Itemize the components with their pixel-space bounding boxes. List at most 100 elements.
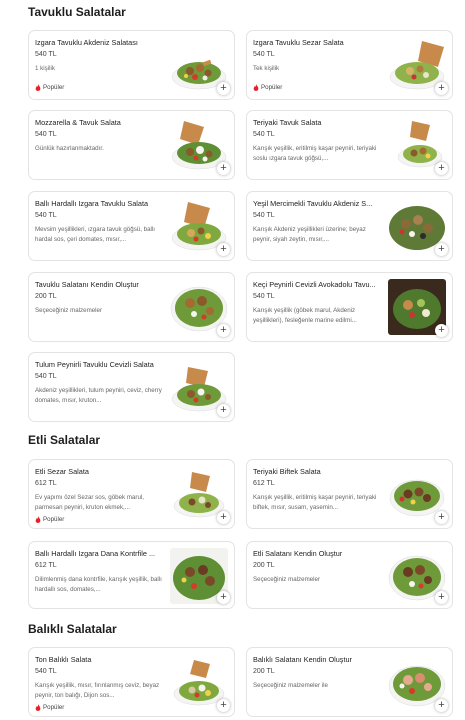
plus-icon: +: [438, 82, 445, 94]
item-description: Günlük hazırlanmaktadır.: [35, 145, 104, 152]
item-description: Tek kişilik: [253, 65, 280, 72]
plus-icon: +: [438, 591, 445, 603]
item-name: Tavuklu Salatanı Kendin Oluştur: [35, 280, 139, 289]
plus-icon: +: [438, 511, 445, 523]
item-name: Yeşil Mercimekli Tavuklu Akdeniz S...: [253, 199, 373, 208]
item-price: 540 TL: [35, 373, 57, 380]
menu-item-card[interactable]: Balıklı Salatanı Kendin Oluştur 200 TL S…: [246, 647, 453, 717]
item-price: 612 TL: [35, 480, 57, 487]
plus-icon: +: [220, 699, 227, 711]
menu-item-card[interactable]: Etli Sezar Salata 612 TL Ev yapımı özel …: [28, 459, 235, 529]
plus-icon: +: [438, 162, 445, 174]
popular-label: Popüler: [43, 516, 65, 523]
flame-icon: [35, 516, 41, 523]
add-to-cart-button[interactable]: +: [435, 699, 448, 712]
item-price: 612 TL: [253, 480, 275, 487]
item-name: Balıklı Salatanı Kendin Oluştur: [253, 655, 352, 664]
item-price: 540 TL: [35, 668, 57, 675]
item-description: Ev yapımı özel Sezar sos, göbek marul, p…: [35, 494, 145, 511]
menu-item-card[interactable]: Mozzarella & Tavuk Salata 540 TL Günlük …: [28, 110, 235, 180]
item-name: Ballı Hardallı Izgara Tavuklu Salata: [35, 199, 149, 208]
item-description: Seçeceğiniz malzemeler: [253, 576, 321, 583]
add-to-cart-button[interactable]: +: [217, 511, 230, 524]
menu-item-card[interactable]: Izgara Tavuklu Akdeniz Salatası 540 TL 1…: [28, 30, 235, 100]
item-description: Mevsim yeşillikleri, ızgara tavuk göğsü,…: [35, 226, 156, 243]
add-to-cart-button[interactable]: +: [435, 162, 448, 175]
item-price: 200 TL: [253, 668, 275, 675]
add-to-cart-button[interactable]: +: [217, 162, 230, 175]
item-name: Ballı Hardallı Izgara Dana Kontrfile ...: [35, 549, 156, 558]
popular-label: Popüler: [261, 84, 283, 91]
add-to-cart-button[interactable]: +: [217, 404, 230, 417]
item-name: Etli Salatanı Kendin Oluştur: [253, 549, 343, 558]
add-to-cart-button[interactable]: +: [217, 243, 230, 256]
item-name: Ton Balıklı Salata: [35, 655, 92, 664]
item-name: Keçi Peynirli Cevizli Avokadolu Tavu...: [253, 280, 376, 289]
add-to-cart-button[interactable]: +: [217, 591, 230, 604]
popular-badge: Popüler: [253, 84, 282, 91]
item-description: 1 kişilik: [35, 65, 55, 72]
popular-badge: Popüler: [35, 84, 64, 91]
item-name: Etli Sezar Salata: [35, 467, 89, 476]
menu-item-card[interactable]: Teriyaki Tavuk Salata 540 TL Karışık yeş…: [246, 110, 453, 180]
popular-badge: Popüler: [35, 704, 64, 711]
add-to-cart-button[interactable]: +: [217, 699, 230, 712]
add-to-cart-button[interactable]: +: [435, 324, 448, 337]
section-title-balikli: Balıklı Salatalar: [28, 622, 117, 636]
menu-item-card[interactable]: Tulum Peynirli Tavuklu Cevizli Salata 54…: [28, 352, 235, 422]
item-name: Teriyaki Tavuk Salata: [253, 118, 322, 127]
plus-icon: +: [220, 243, 227, 255]
add-to-cart-button[interactable]: +: [217, 324, 230, 337]
item-name: Izgara Tavuklu Akdeniz Salatası: [35, 38, 138, 47]
item-description: Karışık Akdeniz yeşillikleri üzerine; be…: [253, 226, 366, 243]
plus-icon: +: [220, 162, 227, 174]
popular-label: Popüler: [43, 84, 65, 91]
menu-item-card[interactable]: Etli Salatanı Kendin Oluştur 200 TL Seçe…: [246, 541, 453, 609]
plus-icon: +: [438, 243, 445, 255]
item-name: Izgara Tavuklu Sezar Salata: [253, 38, 344, 47]
item-price: 200 TL: [35, 293, 57, 300]
plus-icon: +: [220, 404, 227, 416]
add-to-cart-button[interactable]: +: [435, 511, 448, 524]
item-description: Karışık yeşillik, eritilmiş kaşar peynir…: [253, 145, 377, 162]
menu-item-card[interactable]: Teriyaki Biftek Salata 612 TL Karışık ye…: [246, 459, 453, 529]
flame-icon: [253, 84, 259, 91]
item-name: Tulum Peynirli Tavuklu Cevizli Salata: [35, 360, 154, 369]
item-description: Seçeceğiniz malzemeler ile: [253, 682, 328, 689]
flame-icon: [35, 704, 41, 711]
flame-icon: [35, 84, 41, 91]
plus-icon: +: [438, 324, 445, 336]
plus-icon: +: [220, 82, 227, 94]
item-name: Mozzarella & Tavuk Salata: [35, 118, 121, 127]
item-name: Teriyaki Biftek Salata: [253, 467, 321, 476]
item-price: 540 TL: [35, 131, 57, 138]
item-description: Karışık yeşillik, mısır, fırınlanmış cev…: [35, 682, 160, 699]
item-description: Karışık yeşillik, eritilmiş kaşar peynir…: [253, 494, 377, 511]
menu-item-card[interactable]: Izgara Tavuklu Sezar Salata 540 TL Tek k…: [246, 30, 453, 100]
add-to-cart-button[interactable]: +: [217, 82, 230, 95]
menu-item-card[interactable]: Ballı Hardallı Izgara Dana Kontrfile ...…: [28, 541, 235, 609]
plus-icon: +: [220, 591, 227, 603]
add-to-cart-button[interactable]: +: [435, 82, 448, 95]
menu-item-card[interactable]: Tavuklu Salatanı Kendin Oluştur 200 TL S…: [28, 272, 235, 342]
item-description: Akdeniz yeşillikleri, tulum peyniri, cev…: [35, 387, 162, 404]
section-title-etli: Etli Salatalar: [28, 433, 101, 447]
item-price: 540 TL: [253, 293, 275, 300]
item-price: 540 TL: [35, 51, 57, 58]
section-title-tavuklu: Tavuklu Salatalar: [28, 5, 126, 19]
item-price: 540 TL: [253, 131, 275, 138]
plus-icon: +: [220, 511, 227, 523]
menu-item-card[interactable]: Keçi Peynirli Cevizli Avokadolu Tavu... …: [246, 272, 453, 342]
item-description: Dilimlenmiş dana kontrfile, karışık yeşi…: [35, 576, 162, 593]
menu-item-card[interactable]: Ballı Hardallı Izgara Tavuklu Salata 540…: [28, 191, 235, 261]
popular-badge: Popüler: [35, 516, 64, 523]
item-price: 540 TL: [35, 212, 57, 219]
item-description: Seçeceğiniz malzemeler: [35, 307, 103, 314]
plus-icon: +: [220, 324, 227, 336]
menu-item-card[interactable]: Yeşil Mercimekli Tavuklu Akdeniz S... 54…: [246, 191, 453, 261]
add-to-cart-button[interactable]: +: [435, 243, 448, 256]
item-price: 200 TL: [253, 562, 275, 569]
item-description: Karışık yeşillik (göbek marul, Akdeniz y…: [253, 307, 357, 324]
menu-item-card[interactable]: Ton Balıklı Salata 540 TL Karışık yeşill…: [28, 647, 235, 717]
add-to-cart-button[interactable]: +: [435, 591, 448, 604]
